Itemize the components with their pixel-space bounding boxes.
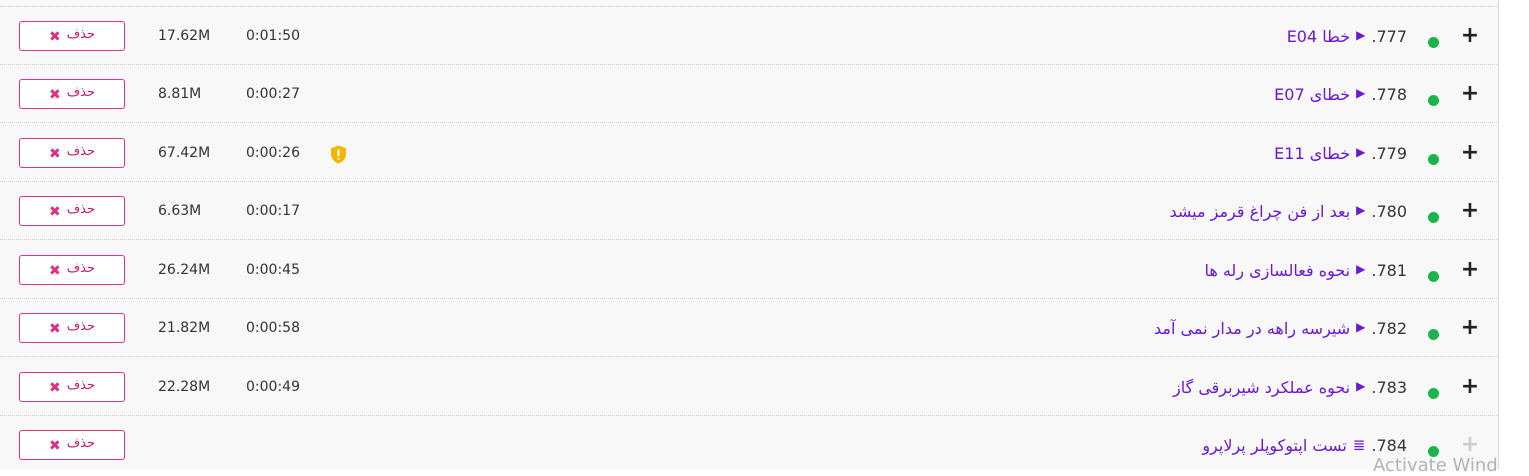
delete-button[interactable]: حذف ✖ — [19, 255, 125, 285]
play-icon: ▶ — [1356, 262, 1366, 276]
file-size: 67.42M — [158, 145, 211, 161]
status-dot — [1428, 95, 1439, 106]
delete-label: حذف — [66, 377, 96, 393]
lesson-number: .778 — [1371, 84, 1407, 104]
lesson-number: .777 — [1371, 26, 1407, 46]
lesson-title[interactable]: تست اپتوکوپلر پرلاپرو — [1202, 436, 1346, 455]
delete-label: حذف — [66, 201, 96, 217]
file-size: 21.82M — [158, 320, 211, 336]
lesson-title-group: نحوه عملکرد شیربرقی گاز ▶ .783 — [1173, 358, 1407, 416]
list-item: حذف ✖ 22.28M 0:00:49 نحوه عملکرد شیربرقی… — [0, 358, 1499, 416]
file-size: 6.63M — [158, 203, 202, 219]
close-icon: ✖ — [48, 29, 61, 45]
expand-plus-icon[interactable]: + — [1460, 316, 1480, 340]
file-size: 17.62M — [158, 28, 211, 44]
duration: 0:00:17 — [246, 203, 300, 219]
lesson-title[interactable]: خطای E07 — [1274, 85, 1350, 104]
status-dot — [1428, 388, 1439, 399]
close-icon: ✖ — [48, 204, 61, 220]
lesson-title[interactable]: نحوه فعالسازی رله ها — [1204, 261, 1350, 280]
lesson-title[interactable]: خطای E11 — [1274, 144, 1350, 163]
play-icon: ▶ — [1356, 379, 1366, 393]
delete-label: حذف — [66, 260, 96, 276]
expand-plus-icon[interactable]: + — [1460, 82, 1480, 106]
play-icon: ▶ — [1356, 28, 1366, 42]
delete-button[interactable]: حذف ✖ — [19, 79, 125, 109]
duration: 0:00:27 — [246, 86, 300, 102]
expand-plus-icon[interactable]: + — [1460, 141, 1480, 165]
lesson-title[interactable]: خطا E04 — [1287, 27, 1350, 46]
delete-button[interactable]: حذف ✖ — [19, 372, 125, 402]
expand-plus-icon[interactable]: + — [1460, 199, 1480, 223]
list-item: حذف ✖ 26.24M 0:00:45 نحوه فعالسازی رله ه… — [0, 241, 1499, 299]
status-dot — [1428, 37, 1439, 48]
file-size: 8.81M — [158, 86, 202, 102]
lesson-number: .780 — [1371, 201, 1407, 221]
expand-plus-icon[interactable]: + — [1460, 24, 1480, 48]
delete-label: حذف — [66, 318, 96, 334]
lesson-title-group: خطای E11 ▶ .779 — [1274, 124, 1407, 182]
list-item: حذف ✖ 17.62M 0:01:50 خطا E04 ▶ .777 + — [0, 7, 1499, 65]
lesson-list: حذف ✖ 17.62M 0:01:50 خطا E04 ▶ .777 + حذ… — [0, 0, 1499, 469]
duration: 0:01:50 — [246, 28, 300, 44]
play-icon: ▶ — [1356, 145, 1366, 159]
delete-button[interactable]: حذف ✖ — [19, 138, 125, 168]
lesson-number: .784 — [1371, 435, 1407, 455]
file-size: 26.24M — [158, 262, 211, 278]
close-icon: ✖ — [48, 87, 61, 103]
list-item: حذف ✖ 6.63M 0:00:17 بعد از فن چراغ قرمز … — [0, 182, 1499, 240]
status-dot — [1428, 154, 1439, 165]
file-size: 22.28M — [158, 379, 211, 395]
close-icon: ✖ — [48, 380, 61, 396]
text-lines-icon: ≣ — [1352, 435, 1366, 454]
duration: 0:00:49 — [246, 379, 300, 395]
duration: 0:00:45 — [246, 262, 300, 278]
lesson-title-group: خطا E04 ▶ .777 — [1287, 7, 1407, 65]
windows-activation-watermark: Activate Wind — [1373, 455, 1498, 476]
close-icon: ✖ — [48, 146, 61, 162]
list-item: حذف ✖ 21.82M 0:00:58 شیرسه راهه در مدار … — [0, 299, 1499, 357]
status-dot — [1428, 212, 1439, 223]
lesson-title[interactable]: بعد از فن چراغ قرمز میشد — [1169, 202, 1350, 221]
file-size — [158, 416, 228, 474]
lesson-title-group: خطای E07 ▶ .778 — [1274, 65, 1407, 123]
duration — [246, 416, 316, 474]
close-icon: ✖ — [48, 321, 61, 337]
lesson-number: .782 — [1371, 318, 1407, 338]
expand-plus-icon[interactable]: + — [1460, 433, 1480, 457]
list-item: حذف ✖ 67.42M 0:00:26 خطای E11 ▶ .779 + — [0, 124, 1499, 182]
duration: 0:00:26 — [246, 145, 300, 161]
lesson-title[interactable]: نحوه عملکرد شیربرقی گاز — [1173, 378, 1350, 397]
lesson-title-group: شیرسه راهه در مدار نمی آمد ▶ .782 — [1154, 299, 1407, 357]
close-icon: ✖ — [48, 263, 61, 279]
list-item: حذف ✖ تست اپتوکوپلر پرلاپرو ≣ .784 + — [0, 416, 1499, 474]
delete-label: حذف — [66, 435, 96, 451]
play-icon: ▶ — [1356, 320, 1366, 334]
expand-plus-icon[interactable]: + — [1460, 258, 1480, 282]
lesson-title[interactable]: شیرسه راهه در مدار نمی آمد — [1154, 319, 1350, 338]
delete-button[interactable]: حذف ✖ — [19, 196, 125, 226]
delete-button[interactable]: حذف ✖ — [19, 430, 125, 460]
lesson-title-group: بعد از فن چراغ قرمز میشد ▶ .780 — [1169, 182, 1407, 240]
delete-label: حذف — [66, 84, 96, 100]
delete-button[interactable]: حذف ✖ — [19, 21, 125, 51]
lesson-number: .783 — [1371, 377, 1407, 397]
lesson-title-group: نحوه فعالسازی رله ها ▶ .781 — [1204, 241, 1407, 299]
lesson-number: .779 — [1371, 143, 1407, 163]
delete-label: حذف — [66, 26, 96, 42]
list-item: حذف ✖ 8.81M 0:00:27 خطای E07 ▶ .778 + — [0, 65, 1499, 123]
duration: 0:00:58 — [246, 320, 300, 336]
delete-label: حذف — [66, 143, 96, 159]
expand-plus-icon[interactable]: + — [1460, 375, 1480, 399]
warning-shield-icon — [331, 145, 346, 164]
lesson-number: .781 — [1371, 260, 1407, 280]
status-dot — [1428, 271, 1439, 282]
play-icon: ▶ — [1356, 86, 1366, 100]
play-icon: ▶ — [1356, 203, 1366, 217]
delete-button[interactable]: حذف ✖ — [19, 313, 125, 343]
status-dot — [1428, 329, 1439, 340]
close-icon: ✖ — [48, 438, 61, 454]
